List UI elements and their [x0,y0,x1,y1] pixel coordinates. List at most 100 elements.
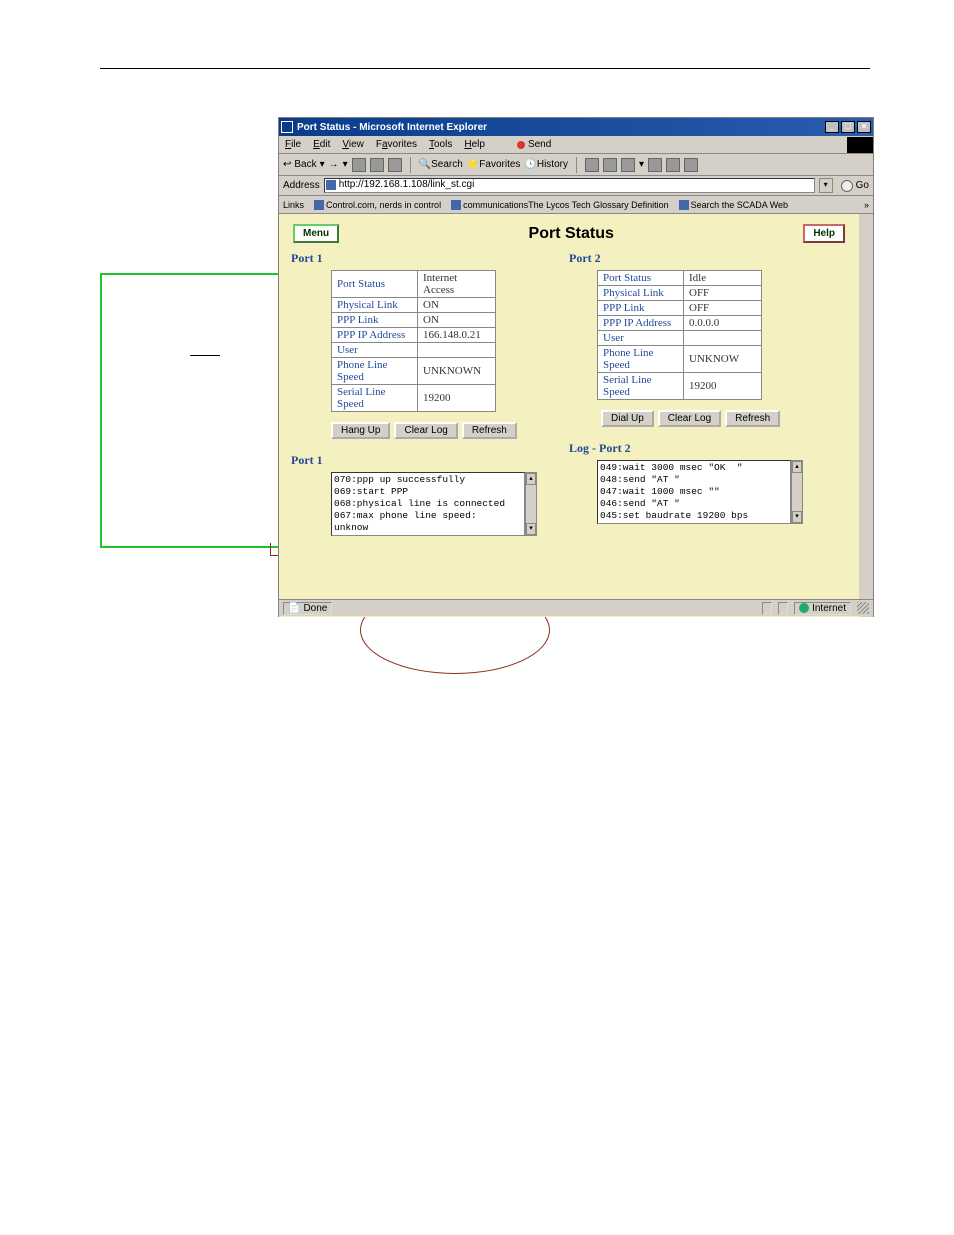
links-label: Links [283,200,304,210]
ie-icon [281,121,293,133]
refresh-button-2[interactable]: Refresh [725,410,780,427]
back-button[interactable]: ↩ Back ▾ [283,159,325,170]
refresh-icon[interactable] [370,158,384,172]
page-help-button[interactable]: Help [803,224,845,243]
toolbar: ↩ Back ▾ → ▾ 🔍Search ⭐Favorites 🕓History… [279,154,873,176]
address-label: Address [283,180,320,191]
port1-status: Internet Access [418,271,496,298]
menu-help[interactable]: Help [464,139,485,150]
status-pane-1 [762,602,772,615]
arrow-3-vert [270,543,271,555]
status-done: 📄 Done [283,602,332,615]
log2: 049:wait 3000 msec "OK " 048:send "AT " … [597,460,791,524]
favorites-button[interactable]: ⭐Favorites [467,159,521,170]
address-dropdown[interactable]: ▾ [819,178,833,193]
port1-ppp-link: ON [418,313,496,328]
clear-log-button-2[interactable]: Clear Log [658,410,721,427]
menu-edit[interactable]: Edit [313,139,330,150]
address-bar: Address http://192.168.1.108/link_st.cgi… [279,176,873,196]
callout-line [190,355,220,356]
port1-table: Port StatusInternet Access Physical Link… [331,270,496,412]
links-bar: Links Control.com, nerds in control comm… [279,196,873,214]
hang-up-button[interactable]: Hang Up [331,422,390,439]
menu-bar: File Edit View Favorites Tools Help Send [279,136,873,154]
forward-button[interactable]: → [329,159,339,170]
callout-box [100,273,280,548]
page-icon [314,200,324,210]
log2-scrollbar[interactable]: ▴▾ [791,460,803,524]
go-icon [841,180,853,192]
label-port-status: Port Status [332,271,418,298]
menu-favorites[interactable]: Favorites [376,139,417,150]
label-user: User [332,343,418,358]
page-viewport: ▴ ▾ Menu Port Status Help Port 1 Port St… [279,214,873,617]
label-ppp-link: PPP Link [598,301,684,316]
refresh-button-1[interactable]: Refresh [462,422,517,439]
browser-window: Port Status - Microsoft Internet Explore… [278,117,874,617]
toolbar-icon-a[interactable] [666,158,680,172]
port2-status: Idle [684,271,762,286]
page-icon [679,200,689,210]
close-button[interactable]: × [857,121,871,133]
history-button[interactable]: 🕓History [524,159,568,170]
log2-heading: Log - Port 2 [569,441,847,456]
mail-icon[interactable] [585,158,599,172]
log1-heading: Port 1 [291,453,569,468]
port1-physical: ON [418,298,496,313]
port1-heading: Port 1 [291,251,569,266]
links-overflow[interactable]: » [860,200,873,210]
log1-text[interactable]: 070:ppp up successfully 069:start PPP 06… [331,472,525,536]
label-phone-speed: Phone Line Speed [332,358,418,385]
title-bar: Port Status - Microsoft Internet Explore… [279,118,873,136]
port2-table: Port StatusIdle Physical LinkOFF PPP Lin… [597,270,762,400]
toolbar-icon-b[interactable] [684,158,698,172]
link-control-com[interactable]: Control.com, nerds in control [314,200,441,210]
label-phone-speed: Phone Line Speed [598,346,684,373]
send-icon [517,141,525,149]
label-physical-link: Physical Link [598,286,684,301]
ie-throbber-icon [847,137,873,153]
port1-phone-speed: UNKNOWN [418,358,496,385]
discuss-icon[interactable] [648,158,662,172]
dial-up-button[interactable]: Dial Up [601,410,654,427]
internet-zone-icon [799,603,809,613]
address-input[interactable]: http://192.168.1.108/link_st.cgi [324,178,815,193]
edit-icon[interactable] [621,158,635,172]
log1-scrollbar[interactable]: ▴▾ [525,472,537,536]
label-ppp-ip: PPP IP Address [598,316,684,331]
print-icon[interactable] [603,158,617,172]
go-button[interactable]: Go [837,180,873,192]
scroll-up-button[interactable]: ▴ [859,214,873,228]
menu-tools[interactable]: Tools [429,139,452,150]
maximize-button[interactable]: □ [841,121,855,133]
menu-file[interactable]: File [285,139,301,150]
link-communications[interactable]: communicationsThe Lycos Tech Glossary De… [451,200,669,210]
port2-serial-speed: 19200 [684,373,762,400]
page-menu-button[interactable]: Menu [293,224,339,243]
status-zone: Internet [794,602,851,615]
resize-grip[interactable] [857,602,869,614]
window-title: Port Status - Microsoft Internet Explore… [297,122,487,133]
port1-serial-speed: 19200 [418,385,496,412]
stop-icon[interactable] [352,158,366,172]
clear-log-button-1[interactable]: Clear Log [394,422,457,439]
port2-ppp-link: OFF [684,301,762,316]
status-pane-2 [778,602,788,615]
label-serial-speed: Serial Line Speed [598,373,684,400]
port2-heading: Port 2 [569,251,847,266]
status-bar: 📄 Done Internet [279,599,873,616]
home-icon[interactable] [388,158,402,172]
minimize-button[interactable]: _ [825,121,839,133]
port2-ppp-ip: 0.0.0.0 [684,316,762,331]
port2-phone-speed: UNKNOW [684,346,762,373]
port2-physical: OFF [684,286,762,301]
label-port-status: Port Status [598,271,684,286]
menu-view[interactable]: View [342,139,364,150]
log1: 070:ppp up successfully 069:start PPP 06… [331,472,525,536]
menu-send[interactable]: Send [517,139,551,150]
search-button[interactable]: 🔍Search [419,159,463,170]
link-scada[interactable]: Search the SCADA Web [679,200,788,210]
log2-text[interactable]: 049:wait 3000 msec "OK " 048:send "AT " … [597,460,791,524]
page-separator [100,68,870,69]
port2-user [684,331,762,346]
